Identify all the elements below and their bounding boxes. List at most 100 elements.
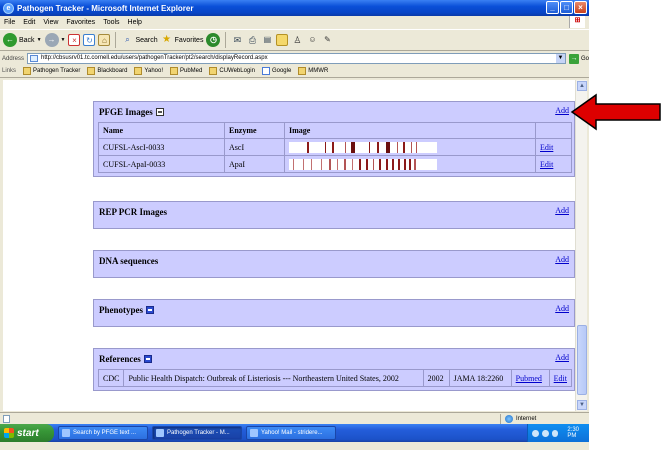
pfge-add-link[interactable]: Add bbox=[555, 106, 569, 115]
scroll-up-icon[interactable]: ▲ bbox=[577, 81, 587, 91]
link-pubmed[interactable]: PubMed bbox=[170, 67, 202, 75]
phenotypes-add-link[interactable]: Add bbox=[555, 304, 569, 313]
task-label: Pathogen Tracker - M... bbox=[167, 430, 230, 436]
rep-add-link[interactable]: Add bbox=[555, 206, 569, 215]
pubmed-link[interactable]: Pubmed bbox=[516, 374, 542, 383]
section-title: DNA sequences bbox=[99, 256, 159, 266]
taskbar-item-pathogen-tracker[interactable]: Pathogen Tracker - M... bbox=[152, 426, 242, 440]
pfge-action-cell: Edit bbox=[535, 138, 572, 156]
phenotypes-header: Phenotypes Add bbox=[94, 300, 574, 320]
search-button[interactable]: ⌕ Search bbox=[121, 34, 157, 46]
star-icon: ★ bbox=[162, 34, 172, 45]
pfge-images-header: PFGE Images Add bbox=[94, 102, 574, 122]
gel-band-image[interactable] bbox=[289, 158, 437, 170]
references-section: References Add CDC Public Health Dispatc… bbox=[93, 348, 575, 391]
go-button[interactable]: → Go bbox=[568, 53, 589, 64]
taskbar-item-search-pfge[interactable]: Search by PFGE text ... bbox=[58, 426, 148, 440]
security-icon[interactable] bbox=[551, 429, 559, 437]
address-input[interactable]: http://cbsusrv01.tc.cornell.edu/users/pa… bbox=[27, 53, 566, 64]
gel-band bbox=[397, 141, 398, 153]
window-title: Pathogen Tracker - Microsoft Internet Ex… bbox=[17, 3, 194, 13]
back-label: Back bbox=[19, 36, 35, 44]
start-label: start bbox=[17, 427, 39, 439]
print-icon[interactable]: ⎙ bbox=[246, 34, 258, 46]
collapse-icon[interactable] bbox=[155, 108, 164, 116]
link-mmwr[interactable]: MMWR bbox=[298, 67, 328, 75]
pfge-images-section: PFGE Images Add Name Enzyme Image CUFSL-… bbox=[93, 101, 575, 177]
expand-icon[interactable] bbox=[146, 306, 155, 314]
references-add-link[interactable]: Add bbox=[555, 353, 569, 362]
section-title: REP PCR Images bbox=[99, 207, 167, 217]
references-table: CDC Public Health Dispatch: Outbreak of … bbox=[97, 369, 573, 387]
address-label: Address bbox=[2, 55, 25, 62]
clock[interactable]: 2:30 PM bbox=[567, 427, 589, 439]
table-header-row: Name Enzyme Image bbox=[98, 122, 572, 139]
research-icon[interactable]: ♙ bbox=[291, 34, 303, 46]
reference-edit-link[interactable]: Edit bbox=[554, 374, 567, 383]
edit-page-icon[interactable]: ▤ bbox=[261, 34, 273, 46]
gel-band bbox=[369, 141, 370, 153]
menu-tools[interactable]: Tools bbox=[103, 19, 119, 26]
taskbar-item-yahoo-mail[interactable]: Yahoo! Mail - stridere... bbox=[246, 426, 336, 440]
gel-band bbox=[359, 158, 361, 170]
column-header: Enzyme bbox=[224, 122, 285, 139]
browser-window: e Pathogen Tracker - Microsoft Internet … bbox=[0, 0, 589, 450]
maximize-button[interactable]: □ bbox=[560, 1, 573, 14]
favorites-button[interactable]: ★ Favorites bbox=[161, 34, 204, 46]
page-icon bbox=[30, 55, 39, 62]
minimize-button[interactable]: _ bbox=[546, 1, 559, 14]
favorites-label: Favorites bbox=[174, 36, 204, 44]
ie-icon bbox=[62, 429, 70, 437]
home-icon[interactable]: ⌂ bbox=[98, 34, 111, 46]
expand-icon[interactable] bbox=[143, 355, 152, 363]
gel-band bbox=[404, 158, 406, 170]
gel-band-image[interactable] bbox=[289, 141, 437, 153]
gel-band bbox=[409, 158, 411, 170]
volume-icon[interactable] bbox=[541, 429, 549, 437]
scroll-thumb[interactable] bbox=[577, 325, 587, 395]
menu-help[interactable]: Help bbox=[128, 19, 142, 26]
reference-edit-cell: Edit bbox=[548, 369, 573, 387]
link-yahoo[interactable]: Yahoo! bbox=[134, 67, 163, 75]
mail-icon[interactable]: ✉ bbox=[231, 34, 243, 46]
link-pathogen-tracker[interactable]: Pathogen Tracker bbox=[23, 67, 80, 75]
page-icon bbox=[170, 67, 178, 75]
link-blackboard[interactable]: Blackboard bbox=[87, 67, 127, 75]
pfge-enzyme-cell: ApaI bbox=[224, 155, 285, 173]
link-cuweblogin[interactable]: CUWebLogin bbox=[209, 67, 255, 75]
folder-icon[interactable] bbox=[276, 34, 289, 46]
dna-add-link[interactable]: Add bbox=[555, 255, 569, 264]
page-icon bbox=[87, 67, 96, 75]
system-tray: 2:30 PM bbox=[527, 424, 589, 442]
menu-view[interactable]: View bbox=[43, 19, 58, 26]
close-button[interactable]: × bbox=[574, 1, 587, 14]
chevron-down-icon[interactable]: ▼ bbox=[555, 54, 565, 63]
references-header: References Add bbox=[94, 349, 574, 369]
pfge-table: Name Enzyme Image CUFSL-AscI-0033 AscI E… bbox=[98, 122, 572, 173]
gel-band bbox=[411, 141, 412, 153]
pfge-edit-link[interactable]: Edit bbox=[540, 160, 553, 169]
ie-icon bbox=[156, 429, 164, 437]
history-icon[interactable]: ◷ bbox=[206, 33, 221, 47]
zone-label: Internet bbox=[516, 416, 537, 422]
forward-button[interactable]: → ▼ bbox=[44, 33, 65, 47]
link-google[interactable]: Google bbox=[261, 67, 291, 75]
page-icon bbox=[298, 67, 307, 75]
messenger-icon[interactable]: ☺ bbox=[306, 34, 318, 46]
pfge-action-cell: Edit bbox=[535, 155, 572, 173]
back-button[interactable]: ← Back ▼ bbox=[3, 33, 42, 47]
stop-icon[interactable]: × bbox=[68, 34, 81, 46]
network-icon[interactable] bbox=[532, 429, 539, 437]
gel-band bbox=[352, 158, 353, 170]
menu-file[interactable]: File bbox=[4, 19, 15, 26]
refresh-icon[interactable]: ↻ bbox=[83, 34, 96, 46]
menu-edit[interactable]: Edit bbox=[23, 19, 35, 26]
table-row: CUFSL-AscI-0033 AscI Edit bbox=[98, 138, 572, 156]
link-label: Blackboard bbox=[97, 68, 128, 74]
discuss-icon[interactable]: ✎ bbox=[321, 34, 333, 46]
pfge-edit-link[interactable]: Edit bbox=[540, 143, 553, 152]
start-button[interactable]: start bbox=[0, 424, 54, 442]
scroll-down-icon[interactable]: ▼ bbox=[577, 400, 587, 410]
menu-favorites[interactable]: Favorites bbox=[66, 19, 95, 26]
gel-band bbox=[403, 141, 405, 153]
